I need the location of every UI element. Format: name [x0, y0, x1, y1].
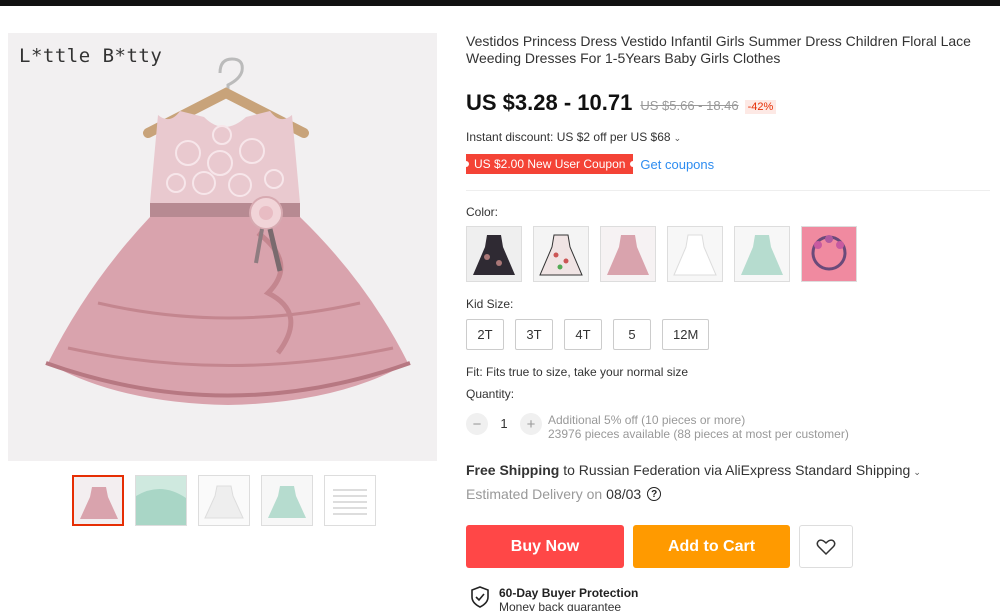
top-bar	[0, 0, 1000, 6]
color-option-white-print[interactable]	[533, 226, 589, 282]
price-row: US $3.28 - 10.71 US $5.66 - 18.46 -42%	[466, 90, 777, 116]
protection-subtitle: Money back guarantee	[499, 600, 622, 611]
get-coupons-link[interactable]: Get coupons	[640, 157, 714, 172]
thumbnail-mint-dress[interactable]	[261, 475, 313, 526]
divider	[466, 190, 990, 191]
color-option-mint-dress[interactable]	[734, 226, 790, 282]
main-product-image[interactable]: L*ttle B*tty	[8, 33, 437, 461]
chevron-down-icon: ⌄	[913, 467, 921, 477]
delivery-label: Estimated Delivery on	[466, 486, 603, 502]
size-option-3t[interactable]: 3T	[515, 319, 553, 350]
shipping-destination: to Russian Federation via AliExpress Sta…	[563, 462, 911, 478]
size-options: 2T 3T 4T 5 12M	[466, 319, 710, 350]
thumbnail-mint-dress-detail[interactable]	[135, 475, 187, 526]
size-option-12m[interactable]: 12M	[662, 319, 710, 350]
dress-illustration	[45, 57, 411, 405]
bulk-discount-note: Additional 5% off (10 pieces or more)	[548, 413, 746, 427]
estimated-delivery: Estimated Delivery on 08/03 ?	[466, 486, 662, 502]
original-price: US $5.66 - 18.46	[640, 98, 739, 113]
color-option-pink-headband[interactable]	[801, 226, 857, 282]
protection-title: 60-Day Buyer Protection	[499, 586, 639, 600]
size-option-2t[interactable]: 2T	[466, 319, 504, 350]
size-option-4t[interactable]: 4T	[564, 319, 602, 350]
instant-discount[interactable]: Instant discount: US $2 off per US $68 ⌄	[466, 130, 681, 144]
quantity-value[interactable]: 1	[488, 413, 520, 435]
thumbnail-pink-dress[interactable]	[72, 475, 124, 526]
buy-now-button[interactable]: Buy Now	[466, 525, 624, 568]
buyer-protection: 60-Day Buyer Protection Money back guara…	[470, 586, 638, 611]
add-to-cart-button[interactable]: Add to Cart	[633, 525, 790, 568]
chevron-down-icon: ⌄	[673, 133, 682, 143]
wishlist-button[interactable]	[799, 525, 853, 568]
heart-icon	[816, 538, 836, 555]
stock-availability: 23976 pieces available (88 pieces at mos…	[548, 427, 849, 441]
free-shipping-label: Free Shipping	[466, 462, 560, 478]
size-option-5[interactable]: 5	[613, 319, 651, 350]
quantity-info: Additional 5% off (10 pieces or more) 23…	[548, 413, 849, 441]
color-option-black-floral[interactable]	[466, 226, 522, 282]
product-title: Vestidos Princess Dress Vestido Infantil…	[466, 33, 971, 66]
thumbnail-size-chart[interactable]	[324, 475, 376, 526]
instant-discount-text: Instant discount: US $2 off per US $68	[466, 130, 671, 144]
kid-size-label: Kid Size:	[466, 297, 514, 311]
brand-logo: L*ttle B*tty	[19, 45, 163, 67]
color-option-white-dress[interactable]	[667, 226, 723, 282]
thumbnail-white-dress[interactable]	[198, 475, 250, 526]
quantity-stepper: − 1 + Additional 5% off (10 pieces or mo…	[466, 413, 849, 441]
quantity-label: Quantity:	[466, 387, 515, 401]
shipping-info[interactable]: Free Shipping to Russian Federation via …	[466, 462, 921, 478]
shield-check-icon	[471, 586, 489, 608]
discount-badge: -42%	[744, 100, 777, 114]
current-price: US $3.28 - 10.71	[466, 90, 633, 115]
coupon-row: US $2.00 New User Coupon Get coupons	[466, 154, 714, 174]
color-option-pink-dress[interactable]	[600, 226, 656, 282]
quantity-increase-button[interactable]: +	[520, 413, 542, 435]
quantity-decrease-button[interactable]: −	[466, 413, 488, 435]
color-label: Color:	[466, 205, 499, 219]
color-swatches	[466, 226, 857, 282]
delivery-date: 08/03	[606, 486, 642, 502]
new-user-coupon-badge[interactable]: US $2.00 New User Coupon	[466, 154, 634, 174]
question-icon[interactable]: ?	[647, 487, 662, 501]
fit-note: Fit: Fits true to size, take your normal…	[466, 365, 689, 379]
thumbnail-strip	[72, 475, 376, 526]
